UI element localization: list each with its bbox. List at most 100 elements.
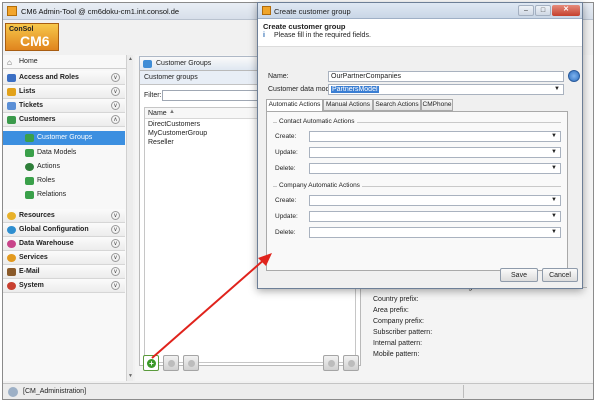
area-prefix-label: Area prefix:	[373, 307, 409, 314]
chevron-down-icon[interactable]: ∨	[111, 101, 120, 110]
sidebar-item-data-models[interactable]: Data Models	[3, 146, 125, 160]
customer-groups-icon	[143, 60, 152, 68]
sidebar-section-global-configuration[interactable]: Global Configuration ∨	[3, 223, 125, 237]
contact-group-title: Contact Automatic Actions	[277, 118, 357, 125]
sidebar-home[interactable]: ⌂ Home	[3, 55, 133, 69]
tab-label: Customer Groups	[156, 60, 212, 67]
delete-icon	[188, 360, 195, 367]
sidebar-item-customer-groups[interactable]: Customer Groups	[3, 131, 125, 145]
company-delete-select[interactable]: ▼	[309, 227, 561, 238]
lists-icon	[7, 88, 16, 96]
globe-translate-icon[interactable]	[568, 70, 580, 82]
subscriber-pattern-label: Subscriber pattern:	[373, 329, 433, 336]
dialog-title: Create customer group	[274, 7, 351, 16]
user-icon	[8, 387, 18, 397]
save-button[interactable]: Save	[500, 268, 538, 282]
move-up-button[interactable]	[323, 355, 339, 371]
minimize-button[interactable]: –	[518, 5, 534, 16]
system-gear-icon	[7, 282, 16, 290]
dialog-app-icon	[262, 6, 271, 15]
maximize-button[interactable]: □	[535, 5, 551, 16]
services-icon	[7, 254, 16, 262]
automatic-actions-panel: Contact Automatic Actions Create: ▼ Upda…	[266, 111, 568, 271]
sidebar-section-resources[interactable]: Resources ∨	[3, 209, 125, 223]
close-button[interactable]: ✕	[552, 5, 580, 16]
chevron-down-icon: ▼	[551, 197, 557, 203]
chevron-down-icon[interactable]: ∨	[111, 87, 120, 96]
item-label: Relations	[37, 191, 67, 198]
sidebar-section-services[interactable]: Services ∨	[3, 251, 125, 265]
chevron-down-icon: ▼	[551, 229, 557, 235]
section-label: Lists	[19, 88, 36, 95]
row-name: DirectCustomers	[148, 121, 201, 128]
name-label: Name:	[268, 73, 289, 80]
sidebar-section-customers[interactable]: Customers ∧	[3, 113, 125, 127]
scroll-down-icon[interactable]: ▼	[128, 373, 133, 379]
home-icon: ⌂	[7, 58, 12, 67]
chevron-down-icon[interactable]: ∨	[111, 73, 120, 82]
sidebar-section-e-mail[interactable]: E-Mail ∨	[3, 265, 125, 279]
sidebar-item-actions[interactable]: Actions	[3, 160, 125, 174]
data-model-select[interactable]: PartnersModel ▼	[328, 84, 564, 95]
sidebar-section-system[interactable]: System ∨	[3, 279, 125, 293]
cancel-button[interactable]: Cancel	[542, 268, 578, 282]
create-customer-group-dialog: Create customer group – □ ✕ Create custo…	[257, 2, 583, 289]
tab-cmphone[interactable]: CMPhone	[421, 99, 453, 111]
detail-panel: Fallback Phone Number Configuration Coun…	[367, 283, 589, 375]
arrow-up-icon	[328, 360, 335, 367]
contact-create-select[interactable]: ▼	[309, 131, 561, 142]
chevron-down-icon[interactable]: ∨	[111, 253, 120, 262]
column-name-header: Name	[148, 110, 167, 117]
item-label: Data Models	[37, 149, 77, 156]
company-update-select[interactable]: ▼	[309, 211, 561, 222]
globe-icon	[7, 226, 16, 234]
contact-create-label: Create:	[275, 133, 297, 140]
scroll-up-icon[interactable]: ▲	[128, 56, 133, 62]
chevron-down-icon[interactable]: ∨	[111, 211, 120, 220]
relations-icon	[25, 191, 34, 199]
info-icon: i	[263, 32, 265, 39]
section-label: Tickets	[19, 102, 43, 109]
delete-group-button[interactable]	[183, 355, 199, 371]
contact-delete-select[interactable]: ▼	[309, 163, 561, 174]
company-create-label: Create:	[275, 197, 297, 204]
row-name: Reseller	[148, 139, 174, 146]
chevron-up-icon[interactable]: ∧	[111, 115, 120, 124]
tickets-icon	[7, 102, 16, 110]
edit-icon	[168, 360, 175, 367]
chevron-down-icon[interactable]: ∨	[111, 267, 120, 276]
fallback-phone-group: Fallback Phone Number Configuration Coun…	[367, 284, 587, 373]
chevron-down-icon[interactable]: ∨	[111, 239, 120, 248]
dialog-header: Create customer group i Please fill in t…	[258, 19, 582, 47]
internal-pattern-label: Internal pattern:	[373, 340, 423, 347]
data-model-value: PartnersModel	[331, 86, 379, 93]
mobile-pattern-label: Mobile pattern:	[373, 351, 420, 358]
edit-group-button[interactable]	[163, 355, 179, 371]
sidebar-item-roles[interactable]: Roles	[3, 174, 125, 188]
roles-icon	[25, 177, 34, 185]
list-toolbar: +	[139, 355, 359, 375]
sidebar-section-access-and-roles[interactable]: Access and Roles ∨	[3, 71, 125, 85]
section-label: E-Mail	[19, 268, 40, 275]
dialog-titlebar: Create customer group – □ ✕	[258, 3, 582, 19]
chevron-down-icon[interactable]: ∨	[111, 281, 120, 290]
status-bar: [CM_Administration]	[3, 383, 593, 399]
sidebar-section-tickets[interactable]: Tickets ∨	[3, 99, 125, 113]
sidebar-section-lists[interactable]: Lists ∨	[3, 85, 125, 99]
resources-icon	[7, 212, 16, 220]
sidebar-item-relations[interactable]: Relations	[3, 188, 125, 202]
email-icon	[7, 268, 16, 276]
plus-icon: +	[147, 359, 156, 368]
sidebar-scrollbar[interactable]: ▲ ▼	[126, 55, 133, 381]
name-field[interactable]: OurPartnerCompanies	[328, 71, 564, 82]
add-group-button[interactable]: +	[143, 355, 159, 371]
name-value: OurPartnerCompanies	[331, 73, 402, 80]
section-label: Resources	[19, 212, 55, 219]
contact-update-select[interactable]: ▼	[309, 147, 561, 158]
company-create-select[interactable]: ▼	[309, 195, 561, 206]
chevron-down-icon[interactable]: ∨	[111, 225, 120, 234]
move-down-button[interactable]	[343, 355, 359, 371]
tab-manual-actions[interactable]: Manual Actions	[323, 99, 373, 111]
tab-search-actions[interactable]: Search Actions	[373, 99, 421, 111]
sidebar-section-data-warehouse[interactable]: Data Warehouse ∨	[3, 237, 125, 251]
